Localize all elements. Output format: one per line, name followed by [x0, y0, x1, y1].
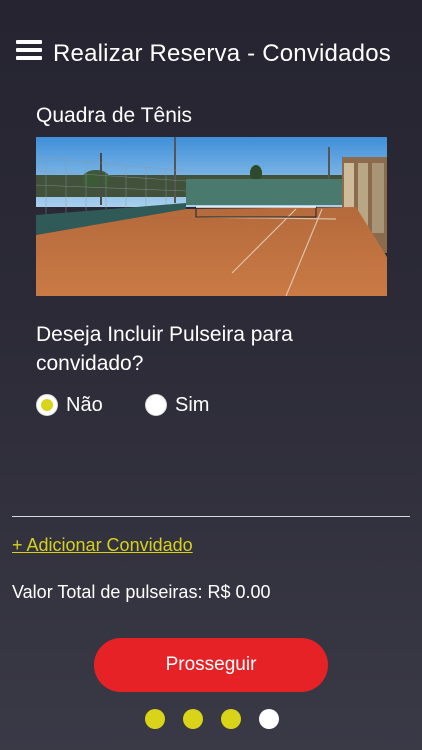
radio-sim-indicator[interactable]	[145, 394, 167, 416]
radio-sim-label: Sim	[175, 393, 210, 416]
page-dot-1	[145, 709, 165, 729]
page-title: Realizar Reserva - Convidados	[53, 40, 391, 67]
hamburger-menu-icon[interactable]	[16, 40, 42, 60]
radio-nao[interactable]: Não	[36, 391, 103, 419]
tennis-court-photo	[36, 137, 387, 296]
court-name: Quadra de Tênis	[36, 104, 193, 127]
radio-nao-indicator[interactable]	[36, 394, 58, 416]
radio-sim[interactable]: Sim	[145, 391, 209, 419]
page-dot-3	[221, 709, 241, 729]
status-bar	[0, 0, 422, 28]
radio-nao-label: Não	[66, 393, 103, 416]
bracelet-question: Deseja Incluir Pulseira para convidado?	[36, 323, 293, 375]
page-indicator	[145, 709, 279, 729]
page-dot-4-current	[259, 709, 279, 729]
proceed-button[interactable]: Prosseguir	[94, 638, 328, 692]
app-header: Realizar Reserva - Convidados	[0, 28, 422, 84]
page-dot-2	[183, 709, 203, 729]
bracelet-total: Valor Total de pulseiras: R$ 0.00	[12, 582, 271, 602]
divider	[12, 516, 410, 517]
add-guest-link[interactable]: + Adicionar Convidado	[12, 535, 193, 556]
